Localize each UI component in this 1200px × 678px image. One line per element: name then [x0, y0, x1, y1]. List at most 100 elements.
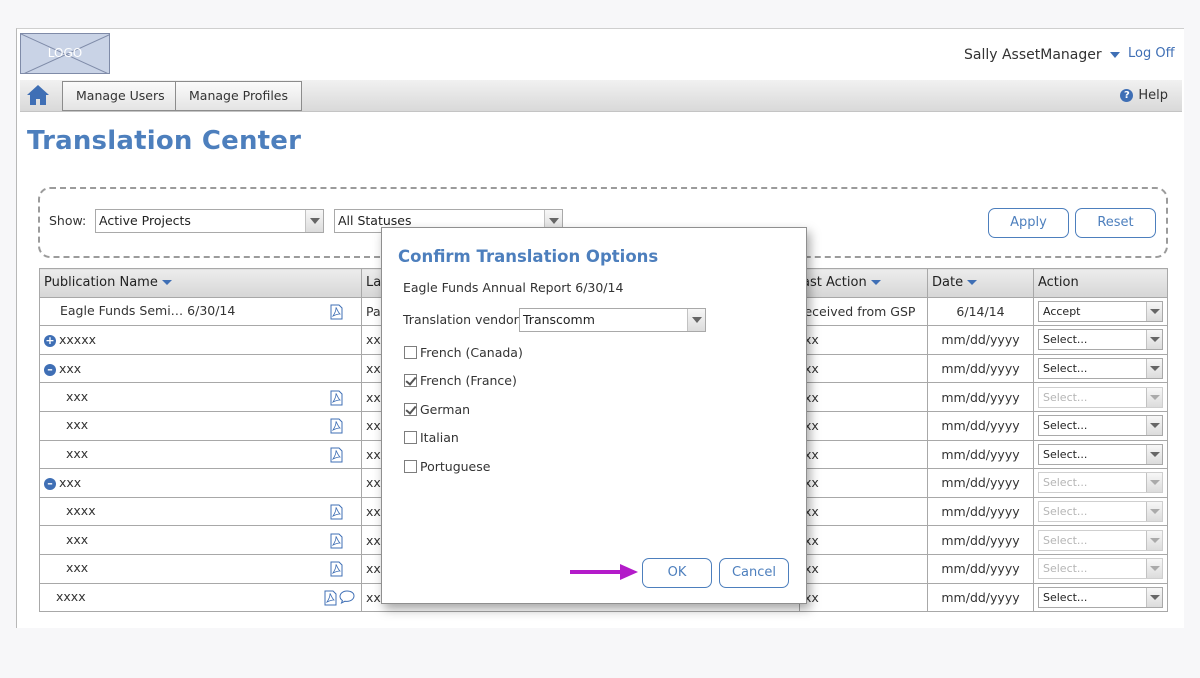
- chevron-down-icon: [1146, 416, 1162, 436]
- col-publication-name[interactable]: Publication Name: [39, 268, 362, 298]
- publication-name[interactable]: Eagle Funds Semi… 6/30/14: [60, 303, 235, 318]
- pdf-icon[interactable]: [330, 504, 343, 520]
- chevron-down-icon: [1146, 473, 1162, 493]
- language-label: Portuguese: [420, 459, 491, 474]
- logoff-link[interactable]: Log Off: [1128, 46, 1175, 61]
- logo: LOGO: [20, 33, 110, 74]
- collapse-icon[interactable]: –: [44, 477, 56, 490]
- sort-caret-icon: [870, 280, 881, 286]
- help-link[interactable]: ? Help: [1120, 88, 1168, 103]
- pdf-icon[interactable]: [330, 304, 343, 320]
- reset-button[interactable]: Reset: [1075, 208, 1156, 238]
- publication-name[interactable]: xxx: [66, 532, 88, 547]
- last-action-cell: xx: [799, 410, 928, 441]
- action-select[interactable]: Select...: [1038, 329, 1163, 351]
- last-action-cell: xx: [799, 496, 928, 527]
- action-select-disabled: Select...: [1038, 558, 1163, 580]
- sort-caret-icon: [967, 280, 978, 286]
- chevron-down-icon: [1146, 387, 1162, 407]
- show-select[interactable]: Active Projects: [95, 209, 324, 233]
- date-cell[interactable]: mm/dd/yyyy: [927, 439, 1034, 470]
- last-action-cell: xx: [799, 525, 928, 555]
- action-select-disabled: Select...: [1038, 529, 1163, 551]
- last-action-cell: leceived from GSP: [799, 296, 928, 327]
- publication-name[interactable]: xxx: [66, 446, 88, 461]
- language-option-french-canada[interactable]: French (Canada): [404, 345, 523, 360]
- action-cell: Select...: [1033, 325, 1168, 355]
- date-cell[interactable]: mm/dd/yyyy: [927, 382, 1034, 412]
- last-action-cell: xx: [799, 353, 928, 384]
- show-select-value: Active Projects: [99, 213, 191, 228]
- checkbox[interactable]: [404, 431, 417, 444]
- comment-icon[interactable]: [339, 590, 355, 604]
- language-option-french-france[interactable]: French (France): [404, 373, 517, 388]
- collapse-icon[interactable]: –: [44, 363, 56, 376]
- sort-caret-icon: [161, 280, 172, 286]
- action-cell: Select...: [1033, 525, 1168, 555]
- action-select[interactable]: Select...: [1038, 358, 1163, 380]
- col-date[interactable]: Date: [927, 268, 1034, 298]
- chevron-down-icon: [1146, 359, 1162, 379]
- publication-name[interactable]: xxxx: [56, 589, 86, 604]
- action-cell: Select...: [1033, 410, 1168, 441]
- logo-text: LOGO: [47, 46, 83, 60]
- checkbox-checked[interactable]: [404, 403, 417, 416]
- col-last-action[interactable]: ast Action: [799, 268, 928, 298]
- date-cell[interactable]: mm/dd/yyyy: [927, 325, 1034, 355]
- cancel-button[interactable]: Cancel: [719, 558, 789, 588]
- tab-manage-users[interactable]: Manage Users: [62, 81, 179, 111]
- language-option-portuguese[interactable]: Portuguese: [404, 459, 490, 474]
- language-label: French (Canada): [420, 345, 523, 360]
- help-icon: ?: [1120, 89, 1134, 102]
- language-label: French (France): [420, 373, 517, 388]
- vendor-select[interactable]: Transcomm: [519, 308, 706, 332]
- action-cell: Accept: [1033, 296, 1168, 327]
- date-cell[interactable]: mm/dd/yyyy: [927, 468, 1034, 498]
- page-title: Translation Center: [27, 126, 302, 156]
- col-action: Action: [1033, 268, 1168, 298]
- date-cell[interactable]: mm/dd/yyyy: [927, 496, 1034, 527]
- checkbox[interactable]: [404, 460, 417, 473]
- date-cell: 6/14/14: [927, 296, 1034, 327]
- chevron-down-icon: [305, 210, 323, 232]
- publication-name[interactable]: xxx: [66, 389, 88, 404]
- date-cell[interactable]: mm/dd/yyyy: [927, 353, 1034, 384]
- action-select[interactable]: Select...: [1038, 586, 1163, 608]
- chevron-down-icon: [1146, 587, 1162, 607]
- tab-manage-profiles[interactable]: Manage Profiles: [175, 81, 303, 111]
- pdf-icon[interactable]: [330, 447, 343, 463]
- publication-name[interactable]: xxx: [66, 417, 88, 432]
- action-select[interactable]: Accept: [1038, 300, 1163, 322]
- user-name: Sally AssetManager: [964, 47, 1102, 63]
- date-cell[interactable]: mm/dd/yyyy: [927, 582, 1034, 613]
- language-option-german[interactable]: German: [404, 402, 470, 417]
- chevron-down-icon: [1146, 330, 1162, 350]
- user-menu[interactable]: Sally AssetManager: [964, 47, 1120, 63]
- pdf-icon[interactable]: [330, 533, 343, 549]
- date-cell[interactable]: mm/dd/yyyy: [927, 410, 1034, 441]
- home-icon[interactable]: [26, 84, 50, 106]
- pdf-icon[interactable]: [330, 418, 343, 434]
- action-select[interactable]: Select...: [1038, 415, 1163, 437]
- checkbox-checked[interactable]: [404, 374, 417, 387]
- action-select[interactable]: Select...: [1038, 443, 1163, 465]
- publication-name[interactable]: xxxx: [66, 503, 96, 518]
- action-select-disabled: Select...: [1038, 501, 1163, 523]
- dialog-title: Confirm Translation Options: [398, 247, 659, 266]
- action-cell: Select...: [1033, 353, 1168, 384]
- pdf-icon[interactable]: [330, 390, 343, 406]
- expand-icon[interactable]: +: [44, 334, 56, 347]
- pdf-icon[interactable]: [330, 561, 343, 577]
- help-label: Help: [1138, 88, 1168, 103]
- pdf-icon[interactable]: [324, 590, 337, 606]
- checkbox[interactable]: [404, 346, 417, 359]
- publication-name[interactable]: xxx: [66, 560, 88, 575]
- chevron-down-icon: [1146, 301, 1162, 321]
- date-cell[interactable]: mm/dd/yyyy: [927, 553, 1034, 584]
- ok-button[interactable]: OK: [642, 558, 712, 588]
- date-cell[interactable]: mm/dd/yyyy: [927, 525, 1034, 555]
- apply-button[interactable]: Apply: [988, 208, 1069, 238]
- vendor-select-value: Transcomm: [523, 312, 595, 327]
- chevron-down-icon: [1146, 559, 1162, 579]
- language-option-italian[interactable]: Italian: [404, 430, 459, 445]
